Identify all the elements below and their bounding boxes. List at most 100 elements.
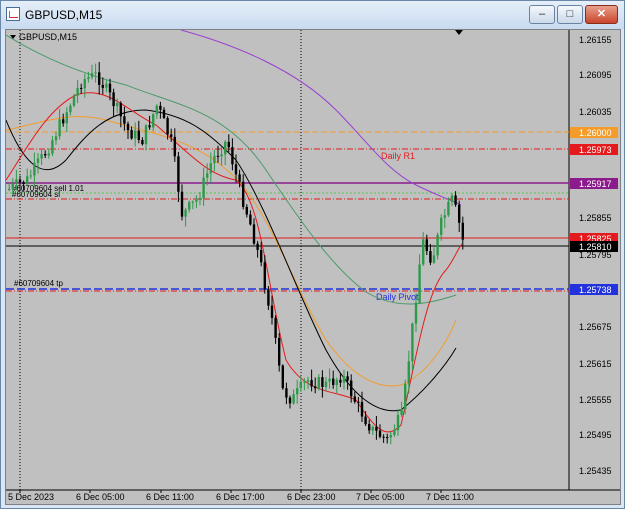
candle-body (33, 162, 36, 176)
shift-marker-icon[interactable] (455, 30, 463, 35)
candle-body (332, 378, 335, 386)
candle-body (357, 401, 360, 403)
candle-body (11, 183, 14, 189)
candle-body (288, 397, 292, 404)
candle-body (123, 116, 126, 124)
candle-body (296, 388, 299, 395)
candle-body (422, 239, 425, 265)
candle-body (90, 73, 94, 78)
candle-body (159, 105, 162, 110)
candle-body (252, 224, 256, 244)
candle-body (227, 141, 230, 148)
candle-body (324, 381, 328, 387)
ask-price: 1.25810 (579, 242, 612, 252)
candle-body (371, 426, 374, 431)
candle-body (342, 376, 346, 383)
price-chart[interactable]: GBPUSD,M15 Daily R1 Daily Pivot #6070960… (6, 30, 620, 504)
candle-body (364, 416, 367, 425)
candle-body (321, 377, 324, 387)
candle-body (335, 379, 338, 386)
candle-body (368, 424, 371, 431)
candle-body (346, 376, 349, 381)
candle-body (425, 239, 428, 252)
candle-body (44, 154, 47, 156)
price-tick: 1.25495 (579, 430, 612, 440)
candle-body (94, 72, 97, 74)
candle-body (389, 434, 392, 438)
time-tick: 5 Dec 2023 (8, 492, 54, 502)
candle-body (98, 72, 101, 85)
candle-body (270, 305, 274, 318)
candle-body (108, 83, 112, 93)
candle-body (213, 155, 216, 164)
candle-body (432, 255, 436, 263)
candle-body (382, 436, 385, 438)
price-tick: 1.25675 (579, 322, 612, 332)
candle-body (126, 123, 130, 131)
minimize-button[interactable]: – (529, 5, 555, 24)
daily-pivot-price: 1.25738 (579, 285, 612, 295)
candle-body (180, 191, 184, 217)
candle-body (303, 381, 306, 383)
candle-body (375, 426, 378, 431)
candle-body (18, 179, 22, 183)
candle-body (249, 214, 252, 225)
candle-body (299, 381, 302, 389)
time-tick: 7 Dec 05:00 (356, 492, 405, 502)
candle-body (54, 136, 58, 141)
candle-body (242, 181, 245, 207)
candle-body (231, 147, 234, 165)
candle-body (436, 234, 439, 256)
ma-purple-line (180, 30, 462, 206)
candle-body (62, 119, 65, 124)
candle-body (285, 388, 288, 398)
candle-body (116, 103, 119, 107)
candle-body (429, 251, 432, 263)
candle-body (443, 215, 446, 218)
time-tick: 6 Dec 05:00 (76, 492, 125, 502)
candle-body (188, 202, 191, 210)
candle-body (267, 288, 270, 306)
candle-body (256, 243, 259, 251)
candle-body (198, 198, 202, 200)
chart-app-icon (6, 7, 20, 21)
candle-body (141, 139, 144, 145)
candle-body (450, 195, 454, 202)
candle-body (411, 323, 414, 362)
time-tick: 7 Dec 11:00 (426, 492, 474, 502)
close-button[interactable]: ✕ (585, 5, 618, 24)
candle-body (162, 109, 166, 119)
candle-body (328, 378, 331, 382)
candle-body (220, 154, 223, 157)
sl-order-label[interactable]: #60709604 sl (12, 190, 60, 199)
candle-body (8, 188, 11, 190)
price-tick: 1.25855 (579, 213, 612, 223)
title-bar[interactable]: GBPUSD,M15 – □ ✕ (1, 1, 624, 29)
time-tick: 6 Dec 11:00 (146, 492, 194, 502)
price-axis[interactable] (569, 30, 620, 490)
maximize-button[interactable]: □ (557, 5, 583, 24)
candle-body (69, 105, 72, 113)
time-tick-labels: 5 Dec 2023 6 Dec 05:00 6 Dec 11:00 6 Dec… (8, 492, 474, 502)
candle-body (80, 87, 83, 89)
candle-body (58, 119, 61, 137)
candle-body (234, 164, 238, 175)
candle-body (447, 201, 450, 216)
daily-r1-price: 1.25973 (579, 145, 612, 155)
candle-body (353, 396, 356, 402)
candle-body (36, 158, 40, 163)
candle-body (206, 173, 209, 178)
daily-r1-label: Daily R1 (381, 151, 415, 161)
candle-body (360, 401, 364, 417)
tp-order-label[interactable]: #60709604 tp (14, 279, 63, 288)
candle-body (458, 204, 461, 223)
candle-body (278, 337, 281, 366)
candle-body (440, 217, 443, 235)
candle-body (418, 264, 421, 303)
candle-body (454, 195, 457, 205)
price-tick: 1.26155 (579, 35, 612, 45)
candle-body (414, 302, 418, 324)
level-126000-price: 1.26000 (579, 128, 612, 138)
price-tick: 1.25555 (579, 395, 612, 405)
chart-area[interactable]: GBPUSD,M15 Daily R1 Daily Pivot #6070960… (5, 29, 621, 505)
